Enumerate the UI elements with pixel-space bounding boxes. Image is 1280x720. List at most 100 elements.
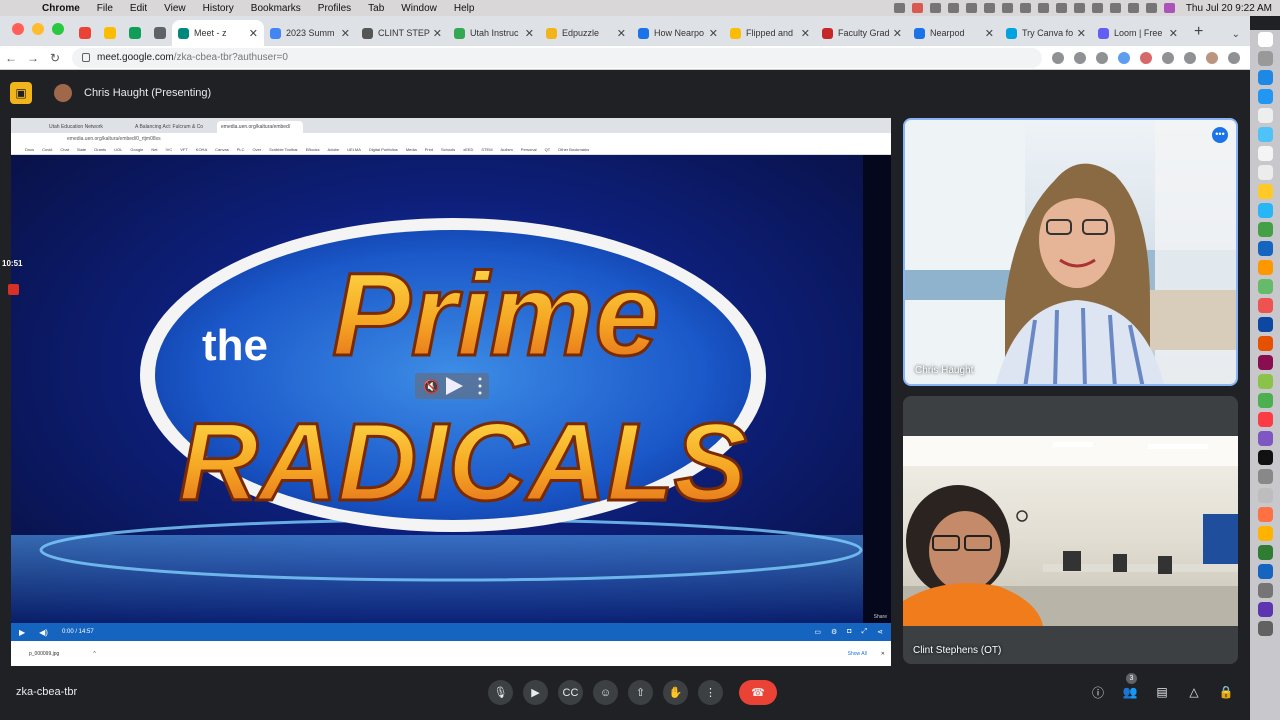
dock-app-icon[interactable] [1257,355,1273,370]
tab-summer[interactable]: 2023 Summ ✕ [264,20,356,46]
dock-app-icon[interactable] [1257,507,1273,522]
play-icon[interactable]: ▶ [19,628,25,637]
tab-how-nearpod[interactable]: How Nearpo ✕ [632,20,724,46]
status-icon[interactable] [1001,3,1013,13]
dock-app-icon[interactable] [1257,412,1273,427]
close-tab-icon[interactable]: ✕ [1077,27,1086,40]
dock-app-icon[interactable] [1257,545,1273,560]
dock-app-icon[interactable] [1257,89,1273,104]
close-tab-icon[interactable]: ✕ [341,27,350,40]
menu-bookmarks[interactable]: Bookmarks [251,3,310,14]
dock-app-icon[interactable] [1257,203,1273,218]
battery-icon[interactable] [1091,3,1103,13]
close-tab-icon[interactable]: ✕ [249,27,258,40]
participant-tile[interactable]: Clint Stephens (OT) [903,396,1238,664]
status-icon[interactable] [1019,3,1031,13]
close-tab-icon[interactable]: ✕ [801,27,810,40]
menu-profiles[interactable]: Profiles [318,3,360,14]
dock-app-icon[interactable] [1257,184,1273,199]
menu-view[interactable]: View [164,3,195,14]
dock-app-icon[interactable] [1257,583,1273,598]
status-icon[interactable] [983,3,995,13]
siri-icon[interactable] [1163,3,1175,13]
chevron-up-icon[interactable]: ^ [93,651,95,657]
menu-help[interactable]: Help [454,3,484,14]
dock-app-icon[interactable] [1257,526,1273,541]
dock-app-icon[interactable] [1257,222,1273,237]
share-icon[interactable] [1074,51,1086,64]
shared-screen[interactable]: Utah Education Network A Balancing Act: … [11,118,891,666]
close-tab-icon[interactable]: ✕ [1169,27,1178,40]
more-options-icon[interactable]: ••• [1212,127,1228,143]
menu-tab[interactable]: Tab [368,3,393,14]
forward-button[interactable]: → [22,51,44,65]
present-screen-button[interactable]: ⇧ [628,680,653,705]
pip-icon[interactable]: ◘ [847,628,851,636]
dock-app-icon[interactable] [1257,70,1273,85]
status-icon[interactable] [929,3,941,13]
bookmark-star-icon[interactable] [1096,51,1108,64]
dock-app-icon[interactable] [1257,165,1273,180]
tab-clint[interactable]: CLINT STEP ✕ [356,20,448,46]
back-button[interactable]: ← [0,51,22,65]
extensions-puzzle-icon[interactable] [1162,51,1174,64]
fullscreen-icon[interactable]: ⤢ [862,628,868,636]
zoom-window-button[interactable] [52,23,64,35]
host-controls-icon[interactable]: 🔒 [1216,682,1236,702]
leave-call-button[interactable]: ☎ [739,680,777,705]
dock-app-icon[interactable] [1257,393,1273,408]
close-tab-icon[interactable]: ✕ [709,27,718,40]
tab-edpuzzle[interactable]: Edpuzzle ✕ [540,20,632,46]
camera-indicator-icon[interactable] [1052,51,1064,64]
close-tab-icon[interactable]: ✕ [525,27,534,40]
lock-icon[interactable] [82,53,90,62]
dock-app-icon[interactable] [1257,317,1273,332]
dock-app-icon[interactable] [1257,146,1273,161]
dock-app-icon[interactable] [1257,108,1273,123]
browser-menu-icon[interactable] [1228,51,1240,64]
people-icon[interactable]: 👥 3 [1120,673,1140,702]
tab-faculty[interactable]: Faculty Grad ✕ [816,20,908,46]
participant-tile[interactable]: ••• Chris Haught [903,118,1238,386]
dock-app-icon[interactable] [1257,260,1273,275]
share-icon[interactable]: ⋖ [877,628,883,636]
dock-app-icon[interactable] [1257,241,1273,256]
status-icon[interactable] [893,3,905,13]
dock-app-icon[interactable] [1257,602,1273,617]
wifi-icon[interactable] [1109,3,1121,13]
tab-search-chevron-icon[interactable]: ⌄ [1232,29,1250,46]
activities-icon[interactable]: △ [1184,682,1204,702]
camera-button[interactable]: ▶ [523,680,548,705]
tab-nearpod[interactable]: Nearpod ✕ [908,20,1000,46]
status-icon[interactable] [1037,3,1049,13]
search-icon[interactable] [1127,3,1139,13]
raise-hand-button[interactable]: ✋ [663,680,688,705]
extension-icon[interactable] [1140,51,1152,64]
show-all-link[interactable]: Show All [848,651,867,657]
minimize-window-button[interactable] [32,23,44,35]
dock-app-icon[interactable] [1257,374,1273,389]
settings-icon[interactable]: ⚙ [831,628,837,636]
profile-avatar[interactable] [1206,51,1218,64]
more-options-button[interactable]: ⋮ [698,680,723,705]
side-panel-icon[interactable] [1184,51,1196,64]
dock-app-icon[interactable] [1257,32,1273,47]
dock-app-icon[interactable] [1257,450,1273,465]
share-label[interactable]: Share [874,614,887,620]
dock-app-icon[interactable] [1257,564,1273,579]
dock-app-icon[interactable] [1257,621,1273,636]
menubar-clock[interactable]: Thu Jul 20 9:22 AM [1186,3,1272,14]
captions-icon[interactable]: ▭ [814,628,821,636]
status-icon[interactable] [1073,3,1085,13]
mute-icon[interactable]: 🔇 [423,379,439,395]
dock-app-icon[interactable] [1257,431,1273,446]
download-file[interactable]: p_000099.jpg [29,651,59,657]
menu-app-chrome[interactable]: Chrome [42,3,89,14]
dock-app-icon[interactable] [1257,469,1273,484]
close-tab-icon[interactable]: ✕ [433,27,442,40]
tab-flipped[interactable]: Flipped and ✕ [724,20,816,46]
extension-icon[interactable] [1118,51,1130,64]
microphone-button[interactable]: 🎙 [488,680,513,705]
pinned-tab-classroom[interactable] [122,20,147,46]
menu-window[interactable]: Window [401,3,446,14]
